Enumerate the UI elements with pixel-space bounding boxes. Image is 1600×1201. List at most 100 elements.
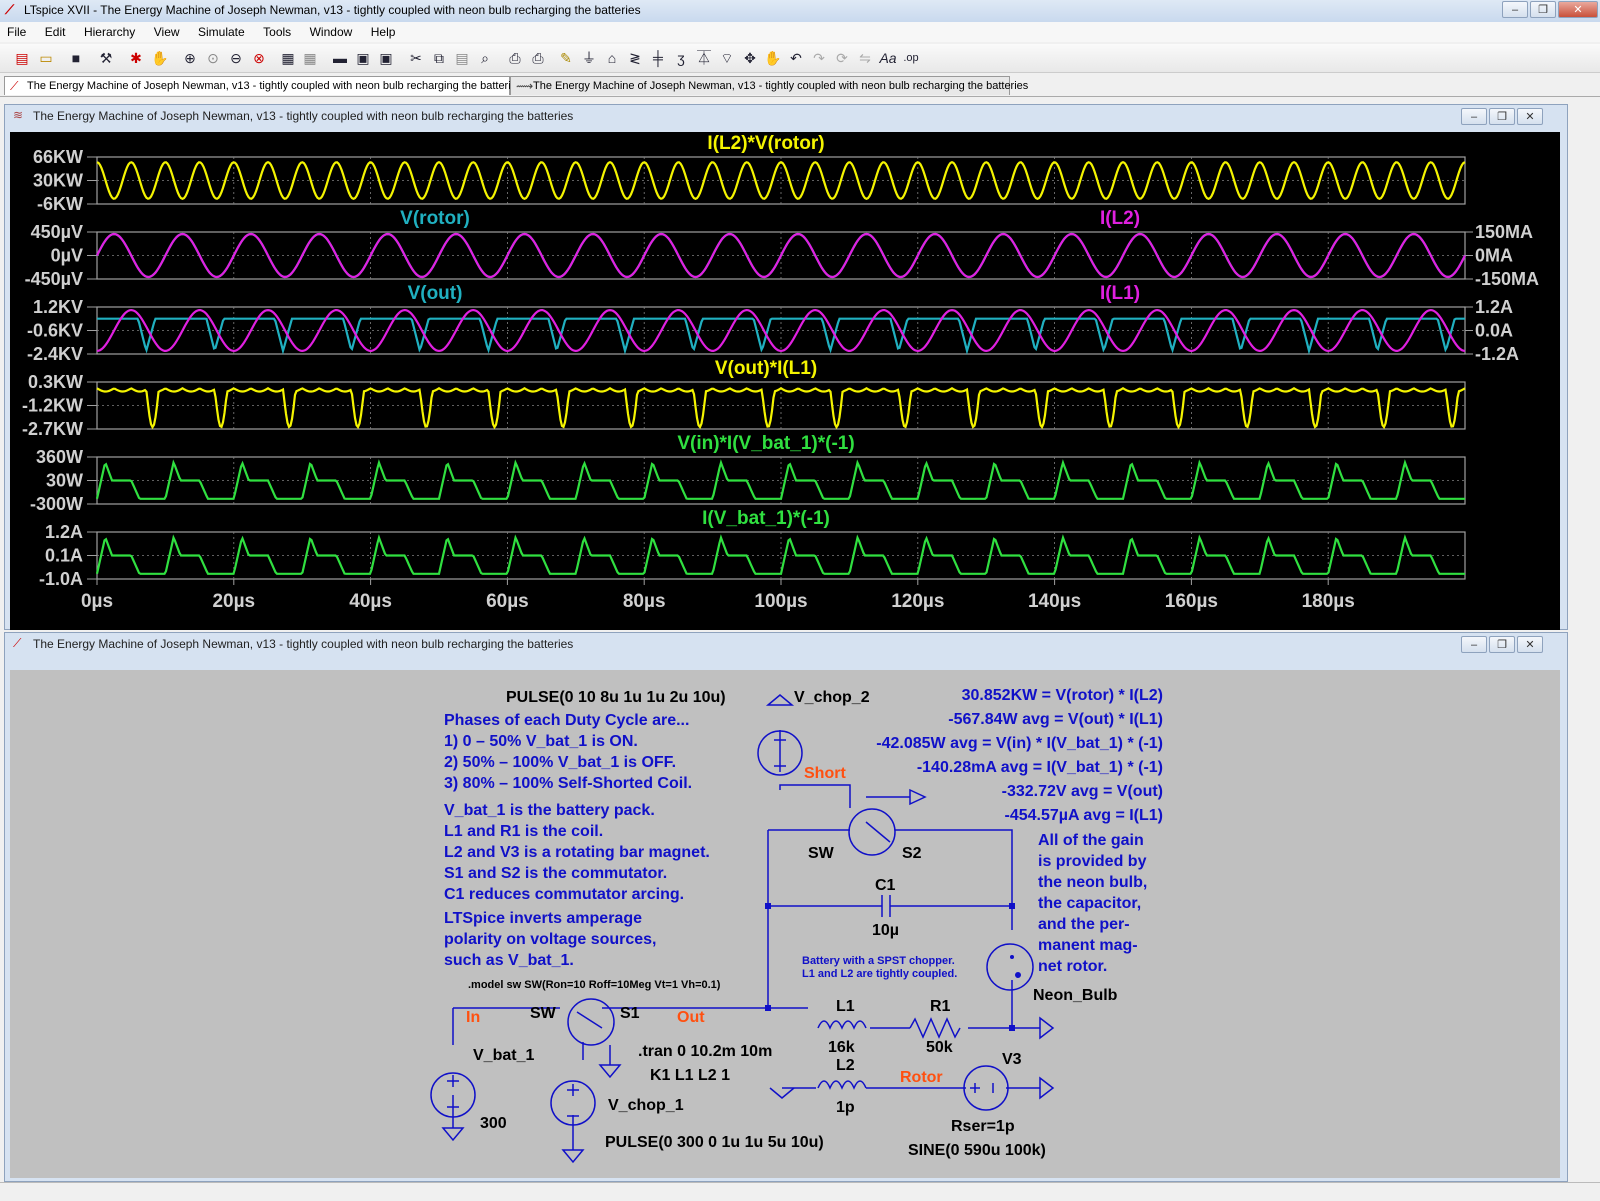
tile-horizontal-icon[interactable]: ▬ bbox=[330, 48, 350, 68]
print-icon[interactable]: ⎙ bbox=[528, 48, 548, 68]
l1-value[interactable]: 16k bbox=[828, 1039, 855, 1056]
menu-simulate[interactable]: Simulate bbox=[191, 22, 252, 42]
save-icon[interactable]: ■ bbox=[66, 48, 86, 68]
ground-icon[interactable]: ⏚ bbox=[579, 48, 599, 68]
text-icon[interactable]: Aa bbox=[878, 48, 898, 68]
l1-symbol[interactable] bbox=[817, 1020, 867, 1030]
component-icon[interactable]: ⌔ bbox=[717, 48, 737, 68]
close-button[interactable]: ✕ bbox=[1558, 1, 1598, 18]
schematic-restore-button[interactable]: ❐ bbox=[1489, 636, 1515, 653]
waveform-close-button[interactable]: ✕ bbox=[1517, 108, 1543, 125]
capacitor-icon[interactable]: ╪ bbox=[648, 48, 668, 68]
k1-directive[interactable]: K1 L1 L2 1 bbox=[650, 1067, 730, 1084]
draw-wire-icon[interactable]: ✎ bbox=[556, 48, 576, 68]
maximize-button[interactable]: ❐ bbox=[1530, 1, 1556, 18]
halt-icon[interactable]: ✋ bbox=[150, 48, 170, 68]
l2-symbol[interactable] bbox=[817, 1080, 867, 1090]
waveform-minimize-button[interactable]: – bbox=[1461, 108, 1487, 125]
r1-symbol[interactable] bbox=[909, 1017, 961, 1039]
neon-bulb-symbol[interactable] bbox=[986, 943, 1034, 991]
c1-value[interactable]: 10µ bbox=[872, 922, 899, 939]
cut-icon[interactable]: ✂ bbox=[406, 48, 426, 68]
tab-schematic[interactable]: ⟋ The Energy Machine of Joseph Newman, v… bbox=[4, 76, 522, 95]
menu-hierarchy[interactable]: Hierarchy bbox=[77, 22, 142, 42]
label-net-icon[interactable]: ⌂ bbox=[602, 48, 622, 68]
control-panel-icon[interactable]: ⚒ bbox=[96, 48, 116, 68]
pan-icon[interactable]: ⊙ bbox=[203, 48, 223, 68]
battery-comment[interactable]: Battery with a SPST chopper. L1 and L2 a… bbox=[802, 955, 957, 980]
tab-waveform[interactable]: ⟿ The Energy Machine of Joseph Newman, v… bbox=[510, 76, 1028, 95]
vchop2-label[interactable]: V_chop_2 bbox=[794, 689, 870, 706]
r1-value[interactable]: 50k bbox=[926, 1039, 953, 1056]
s2-label[interactable]: S2 bbox=[902, 845, 922, 862]
inductor-icon[interactable]: ʒ bbox=[671, 48, 691, 68]
r1-label[interactable]: R1 bbox=[930, 998, 951, 1015]
pulse1-label[interactable]: PULSE(0 300 0 1u 1u 5u 10u) bbox=[605, 1134, 824, 1151]
c1-label[interactable]: C1 bbox=[875, 877, 896, 894]
measure-comments[interactable]: 30.852KW = V(rotor) * I(L2) -567.84W avg… bbox=[876, 687, 1163, 824]
s1-switch-symbol[interactable] bbox=[567, 998, 615, 1046]
copy-icon[interactable]: ⧉ bbox=[429, 48, 449, 68]
find-icon[interactable]: ⌕ bbox=[475, 48, 495, 68]
paste-icon[interactable]: ▤ bbox=[452, 48, 472, 68]
spice-directive-icon[interactable]: .op bbox=[901, 48, 921, 68]
waveform-restore-button[interactable]: ❐ bbox=[1489, 108, 1515, 125]
gain-comment[interactable]: All of the gain is provided by the neon … bbox=[1038, 832, 1147, 975]
mirror-icon[interactable]: ⇋ bbox=[855, 48, 875, 68]
new-schematic-icon[interactable]: ▤ bbox=[12, 48, 32, 68]
menu-edit[interactable]: Edit bbox=[38, 22, 73, 42]
print-preview-icon[interactable]: ⎙ bbox=[505, 48, 525, 68]
vchop1-label[interactable]: V_chop_1 bbox=[608, 1097, 684, 1114]
zoom-out-icon[interactable]: ⊖ bbox=[226, 48, 246, 68]
open-icon[interactable]: ▭ bbox=[36, 48, 56, 68]
pulse2-label[interactable]: PULSE(0 10 8u 1u 1u 2u 10u) bbox=[506, 689, 726, 706]
l2-value[interactable]: 1p bbox=[836, 1099, 855, 1116]
zoom-in-icon[interactable]: ⊕ bbox=[180, 48, 200, 68]
sw2-label[interactable]: SW bbox=[808, 845, 835, 862]
cascade-icon[interactable]: ▣ bbox=[376, 48, 396, 68]
resistor-icon[interactable]: ≷ bbox=[625, 48, 645, 68]
neon-label[interactable]: Neon_Bulb bbox=[1033, 987, 1118, 1004]
menu-window[interactable]: Window bbox=[303, 22, 360, 42]
schematic-minimize-button[interactable]: – bbox=[1461, 636, 1487, 653]
in-net-label[interactable]: In bbox=[466, 1009, 480, 1026]
sine-label[interactable]: SINE(0 590u 100k) bbox=[908, 1142, 1046, 1159]
rser-label[interactable]: Rser=1p bbox=[951, 1118, 1015, 1135]
tran-directive[interactable]: .tran 0 10.2m 10m bbox=[638, 1043, 772, 1060]
schematic-close-button[interactable]: ✕ bbox=[1517, 636, 1543, 653]
notes-comment[interactable]: V_bat_1 is the battery pack. L1 and R1 i… bbox=[444, 802, 710, 969]
v3-label[interactable]: V3 bbox=[1002, 1051, 1022, 1068]
zoom-fit-icon[interactable]: ⊗ bbox=[249, 48, 269, 68]
waveform-window-title: The Energy Machine of Joseph Newman, v13… bbox=[33, 109, 574, 123]
phases-comment[interactable]: Phases of each Duty Cycle are... 1) 0 – … bbox=[444, 712, 692, 792]
move-icon[interactable]: ✥ bbox=[740, 48, 760, 68]
vbat-label[interactable]: V_bat_1 bbox=[473, 1047, 534, 1064]
redo-icon[interactable]: ↷ bbox=[809, 48, 829, 68]
menu-view[interactable]: View bbox=[147, 22, 187, 42]
short-net-label[interactable]: Short bbox=[804, 765, 846, 782]
minimize-button[interactable]: – bbox=[1502, 1, 1528, 18]
menu-tools[interactable]: Tools bbox=[256, 22, 298, 42]
model-directive[interactable]: .model sw SW(Ron=10 Roff=10Meg Vt=1 Vh=0… bbox=[468, 979, 721, 991]
diode-icon[interactable]: ⏄ bbox=[694, 48, 714, 68]
menu-help[interactable]: Help bbox=[364, 22, 403, 42]
c1-symbol[interactable] bbox=[881, 895, 891, 917]
schematic-canvas[interactable]: PULSE(0 10 8u 1u 1u 2u 10u) V_chop_2 SW … bbox=[10, 670, 1560, 1178]
s1-label[interactable]: S1 bbox=[620, 1005, 640, 1022]
grid-icon[interactable]: ▦ bbox=[300, 48, 320, 68]
s2-switch-symbol[interactable] bbox=[848, 808, 896, 856]
l1-label[interactable]: L1 bbox=[836, 998, 855, 1015]
waveform-plot[interactable]: 66KW 30KW -6KW I(L2)*V(rotor) 450µV 0µV -450µV… bbox=[10, 132, 1560, 630]
l2-label[interactable]: L2 bbox=[836, 1057, 855, 1074]
undo-icon[interactable]: ↶ bbox=[786, 48, 806, 68]
vbat-value[interactable]: 300 bbox=[480, 1115, 507, 1132]
rotor-net-label[interactable]: Rotor bbox=[900, 1069, 943, 1086]
drag-icon[interactable]: ✋ bbox=[763, 48, 783, 68]
menu-file[interactable]: File bbox=[0, 22, 33, 42]
tile-vertical-icon[interactable]: ▣ bbox=[353, 48, 373, 68]
out-net-label[interactable]: Out bbox=[677, 1009, 705, 1026]
rotate-icon[interactable]: ⟳ bbox=[832, 48, 852, 68]
sw1-label[interactable]: SW bbox=[530, 1005, 557, 1022]
run-icon[interactable]: ✱ bbox=[126, 48, 146, 68]
autorange-icon[interactable]: ▦ bbox=[278, 48, 298, 68]
